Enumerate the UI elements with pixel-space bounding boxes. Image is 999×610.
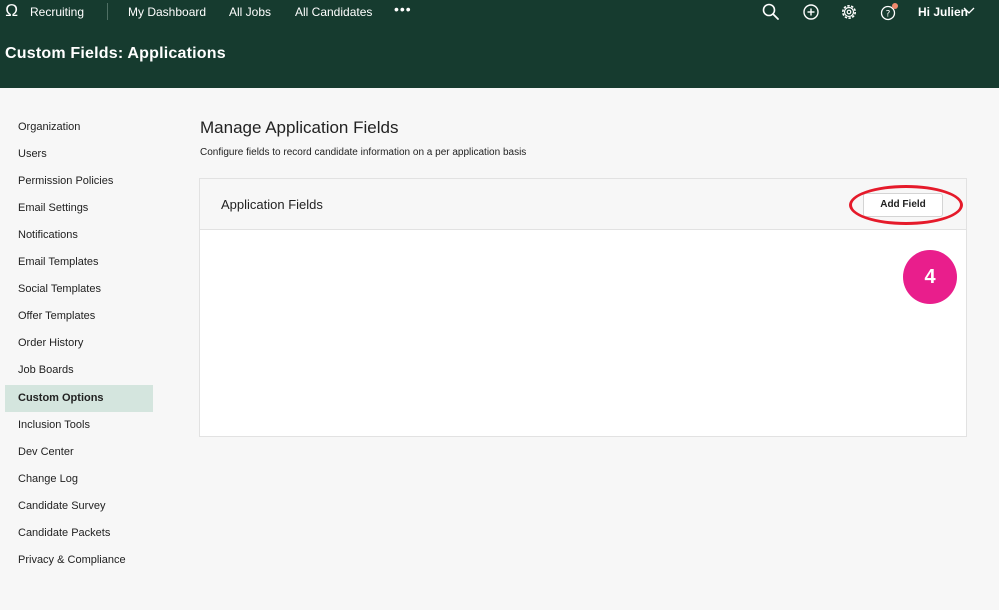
- notification-dot: [892, 3, 898, 9]
- sidebar-item-email-templates[interactable]: Email Templates: [5, 249, 153, 276]
- top-navigation: Ω Recruiting My Dashboard All Jobs All C…: [0, 0, 999, 88]
- sidebar-item-inclusion-tools[interactable]: Inclusion Tools: [5, 412, 153, 439]
- more-icon[interactable]: •••: [394, 2, 412, 16]
- settings-icon[interactable]: [839, 2, 859, 22]
- sidebar-item-order-history[interactable]: Order History: [5, 330, 153, 357]
- nav-all-candidates[interactable]: All Candidates: [295, 5, 372, 19]
- sidebar-item-organization[interactable]: Organization: [5, 114, 153, 141]
- nav-bar: Ω Recruiting My Dashboard All Jobs All C…: [0, 0, 999, 24]
- search-icon[interactable]: [761, 2, 781, 22]
- main-subtitle: Configure fields to record candidate inf…: [200, 147, 527, 158]
- sidebar-item-email-settings[interactable]: Email Settings: [5, 195, 153, 222]
- sidebar-item-change-log[interactable]: Change Log: [5, 466, 153, 493]
- sidebar-item-privacy-compliance[interactable]: Privacy & Compliance: [5, 547, 153, 574]
- sidebar-item-notifications[interactable]: Notifications: [5, 222, 153, 249]
- sidebar-item-permission-policies[interactable]: Permission Policies: [5, 168, 153, 195]
- sidebar-item-job-boards[interactable]: Job Boards: [5, 357, 153, 384]
- sidebar-item-social-templates[interactable]: Social Templates: [5, 276, 153, 303]
- sidebar-item-candidate-survey[interactable]: Candidate Survey: [5, 493, 153, 520]
- sidebar-item-dev-center[interactable]: Dev Center: [5, 439, 153, 466]
- sidebar-item-candidate-packets[interactable]: Candidate Packets: [5, 520, 153, 547]
- nav-divider: [107, 3, 108, 20]
- nav-all-jobs[interactable]: All Jobs: [229, 5, 271, 19]
- svg-text:?: ?: [886, 10, 891, 20]
- highlight-ring: [849, 185, 963, 225]
- nav-my-dashboard[interactable]: My Dashboard: [128, 5, 206, 19]
- chevron-down-icon[interactable]: [962, 4, 976, 18]
- greenhouse-logo-icon[interactable]: Ω: [5, 2, 18, 20]
- user-menu[interactable]: Hi Julien: [918, 5, 968, 19]
- main-title: Manage Application Fields: [200, 118, 399, 137]
- app-name[interactable]: Recruiting: [30, 5, 84, 19]
- sidebar-item-custom-options[interactable]: Custom Options: [5, 385, 153, 412]
- sidebar-item-users[interactable]: Users: [5, 141, 153, 168]
- step-badge: 4: [903, 250, 957, 304]
- sidebar-item-offer-templates[interactable]: Offer Templates: [5, 303, 153, 330]
- page-header: Custom Fields: Applications: [5, 45, 226, 62]
- add-icon[interactable]: [801, 2, 821, 22]
- application-fields-card: Application Fields Add Field: [199, 178, 967, 437]
- card-title: Application Fields: [221, 197, 323, 212]
